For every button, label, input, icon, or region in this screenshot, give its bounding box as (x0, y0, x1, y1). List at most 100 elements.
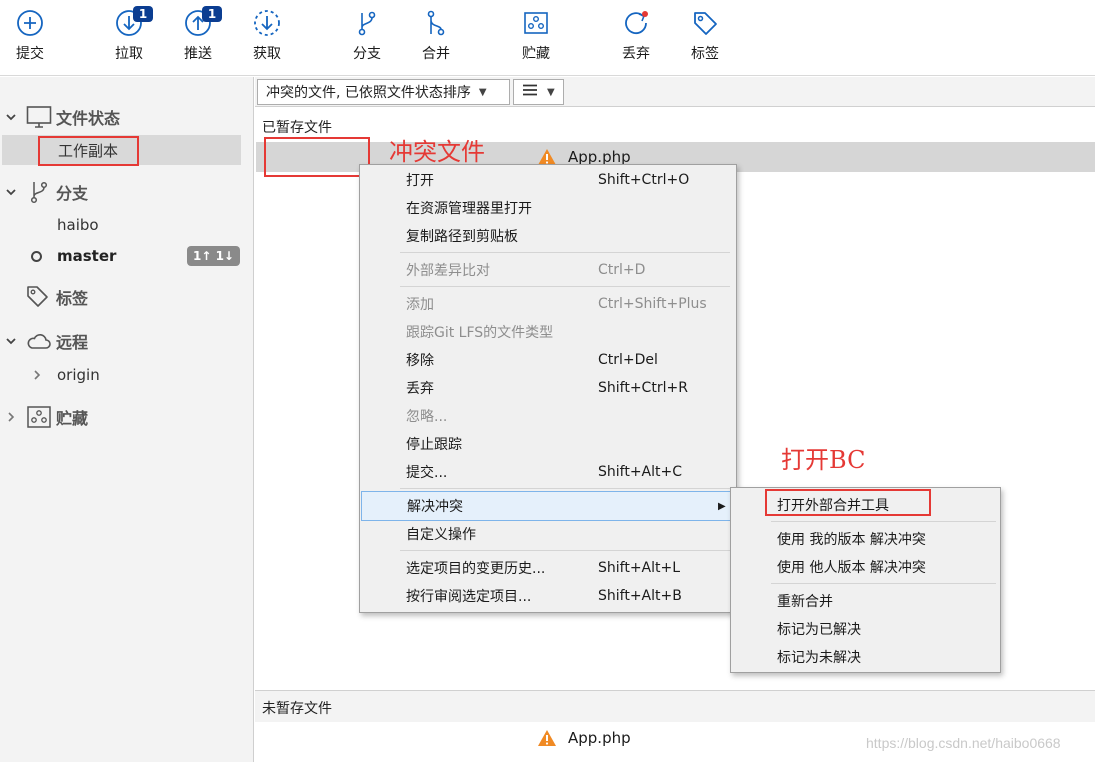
discard-icon (616, 0, 656, 46)
menu-item-blame-selected[interactable]: 按行审阅选定项目... Shift+Alt+B (360, 582, 736, 610)
warning-icon (538, 730, 556, 746)
fetch-button[interactable]: 获取 (249, 0, 285, 76)
annotation-conflict-file: 冲突文件 (389, 138, 485, 166)
chevron-down-icon[interactable] (4, 334, 18, 348)
submenu-item-mark-resolved[interactable]: 标记为已解决 (731, 615, 1000, 643)
fetch-label: 获取 (253, 46, 281, 62)
push-label: 推送 (184, 46, 212, 62)
pull-button[interactable]: 1 拉取 (109, 0, 153, 76)
sort-dropdown[interactable]: 冲突的文件, 已依照文件状态排序 ▼ (257, 79, 510, 105)
menu-separator (771, 583, 996, 584)
file-context-menu: 打开 Shift+Ctrl+O 在资源管理器里打开 复制路径到剪贴板 外部差异比对… (359, 164, 737, 613)
branch-button[interactable]: 分支 (349, 0, 385, 76)
menu-item-remove[interactable]: 移除 Ctrl+Del (360, 346, 736, 374)
discard-button[interactable]: 丢弃 (618, 0, 654, 76)
menu-separator (400, 286, 730, 287)
menu-separator (771, 521, 996, 522)
menu-item-open[interactable]: 打开 Shift+Ctrl+O (360, 166, 736, 194)
annotation-open-bc: 打开BC (781, 446, 866, 474)
menu-item-copy-path[interactable]: 复制路径到剪贴板 (360, 222, 736, 250)
sort-dropdown-value: 冲突的文件, 已依照文件状态排序 (266, 85, 471, 101)
menu-item-resolve-conflicts[interactable]: 解决冲突 ▶ (361, 491, 735, 521)
menu-item-add[interactable]: 添加 Ctrl+Shift+Plus (360, 290, 736, 318)
fetch-dashed-icon (247, 0, 287, 46)
staged-files-title: 已暂存文件 (262, 120, 332, 136)
annotation-box-conflict-file (264, 137, 370, 177)
sidebar-header-branches: 分支 (56, 184, 89, 203)
menu-item-commit[interactable]: 提交... Shift+Alt+C (360, 458, 736, 486)
menu-item-external-diff[interactable]: 外部差异比对 Ctrl+D (360, 256, 736, 284)
sidebar-item-branch-master[interactable]: master 1↑ 1↓ (0, 241, 254, 271)
stash-icon (25, 405, 53, 429)
branch-label: master (57, 247, 117, 265)
sidebar-section-tags[interactable]: 标签 (0, 282, 254, 312)
annotation-box-open-external-merge (765, 489, 931, 516)
branch-label: haibo (57, 216, 99, 234)
menu-item-log-selected[interactable]: 选定项目的变更历史... Shift+Alt+L (360, 554, 736, 582)
submenu-item-restart-merge[interactable]: 重新合并 (731, 587, 1000, 615)
sidebar-section-stashes[interactable]: 贮藏 (0, 402, 254, 432)
pull-arrow-icon: 1 (109, 0, 153, 46)
cloud-icon (25, 329, 53, 353)
tag-icon (25, 285, 53, 309)
commit-button[interactable]: 提交 (12, 0, 48, 76)
branch-label: 分支 (353, 46, 381, 62)
branch-icon (347, 0, 387, 46)
submenu-item-resolve-mine[interactable]: 使用 我的版本 解决冲突 (731, 525, 1000, 553)
chevron-down-icon: ▼ (478, 86, 487, 98)
sidebar-item-branch-haibo[interactable]: haibo (0, 210, 254, 240)
menu-item-custom-actions[interactable]: 自定义操作 (360, 520, 736, 548)
list-icon (523, 84, 537, 100)
chevron-down-icon[interactable] (4, 185, 18, 199)
sidebar: 文件状态 工作副本 分支 haibo master 1↑ 1↓ 标签 远程 or… (0, 77, 254, 762)
plus-circle-icon (10, 0, 50, 46)
sidebar-section-remotes[interactable]: 远程 (0, 326, 254, 356)
push-count-badge: 1 (202, 6, 222, 22)
discard-label: 丢弃 (622, 46, 650, 62)
pull-count-badge: 1 (133, 6, 153, 22)
view-mode-dropdown[interactable]: ▼ (513, 79, 564, 105)
sidebar-item-remote-origin[interactable]: origin (0, 360, 254, 390)
push-arrow-icon: 1 (178, 0, 222, 46)
unstaged-section-header: 未暂存文件 (255, 690, 1095, 722)
branch-icon (25, 180, 53, 204)
filter-bar: 冲突的文件, 已依照文件状态排序 ▼ ▼ (255, 77, 1095, 107)
sidebar-section-branches[interactable]: 分支 (0, 177, 254, 207)
ahead-behind-badge: 1↑ 1↓ (187, 246, 240, 266)
remote-label: origin (57, 366, 100, 384)
menu-item-open-in-explorer[interactable]: 在资源管理器里打开 (360, 194, 736, 222)
menu-separator (400, 252, 730, 253)
push-button[interactable]: 1 推送 (178, 0, 222, 76)
sidebar-header-tags: 标签 (56, 289, 89, 308)
merge-icon (416, 0, 456, 46)
sidebar-header-stashes: 贮藏 (56, 409, 89, 428)
chevron-down-icon: ▼ (547, 86, 555, 98)
toolbar: 提交 1 拉取 1 推送 获取 分支 合并 贮藏 丢弃 标签 (0, 0, 1095, 76)
menu-item-ignore[interactable]: 忽略... (360, 402, 736, 430)
chevron-down-icon[interactable] (4, 110, 18, 124)
chevron-right-icon[interactable] (30, 368, 44, 382)
menu-item-track-lfs[interactable]: 跟踪Git LFS的文件类型 (360, 318, 736, 346)
merge-button[interactable]: 合并 (418, 0, 454, 76)
pull-label: 拉取 (115, 46, 143, 62)
unstaged-files-title: 未暂存文件 (262, 701, 332, 717)
menu-separator (400, 550, 730, 551)
monitor-icon (25, 105, 53, 129)
stash-icon (516, 0, 556, 46)
submenu-item-mark-unresolved[interactable]: 标记为未解决 (731, 643, 1000, 671)
sidebar-section-file-status[interactable]: 文件状态 (0, 102, 254, 132)
menu-item-stop-tracking[interactable]: 停止跟踪 (360, 430, 736, 458)
sidebar-header-remotes: 远程 (56, 333, 89, 352)
chevron-right-icon[interactable] (4, 410, 18, 424)
stash-button[interactable]: 贮藏 (518, 0, 554, 76)
tag-label: 标签 (691, 46, 719, 62)
submenu-arrow-icon: ▶ (718, 500, 726, 512)
tag-button[interactable]: 标签 (687, 0, 723, 76)
menu-item-discard[interactable]: 丢弃 Shift+Ctrl+R (360, 374, 736, 402)
submenu-item-resolve-theirs[interactable]: 使用 他人版本 解决冲突 (731, 553, 1000, 581)
commit-label: 提交 (16, 46, 44, 62)
watermark: https://blog.csdn.net/haibo0668 (866, 735, 1061, 751)
menu-separator (400, 488, 730, 489)
current-branch-icon (31, 250, 42, 262)
file-name: App.php (568, 729, 631, 747)
